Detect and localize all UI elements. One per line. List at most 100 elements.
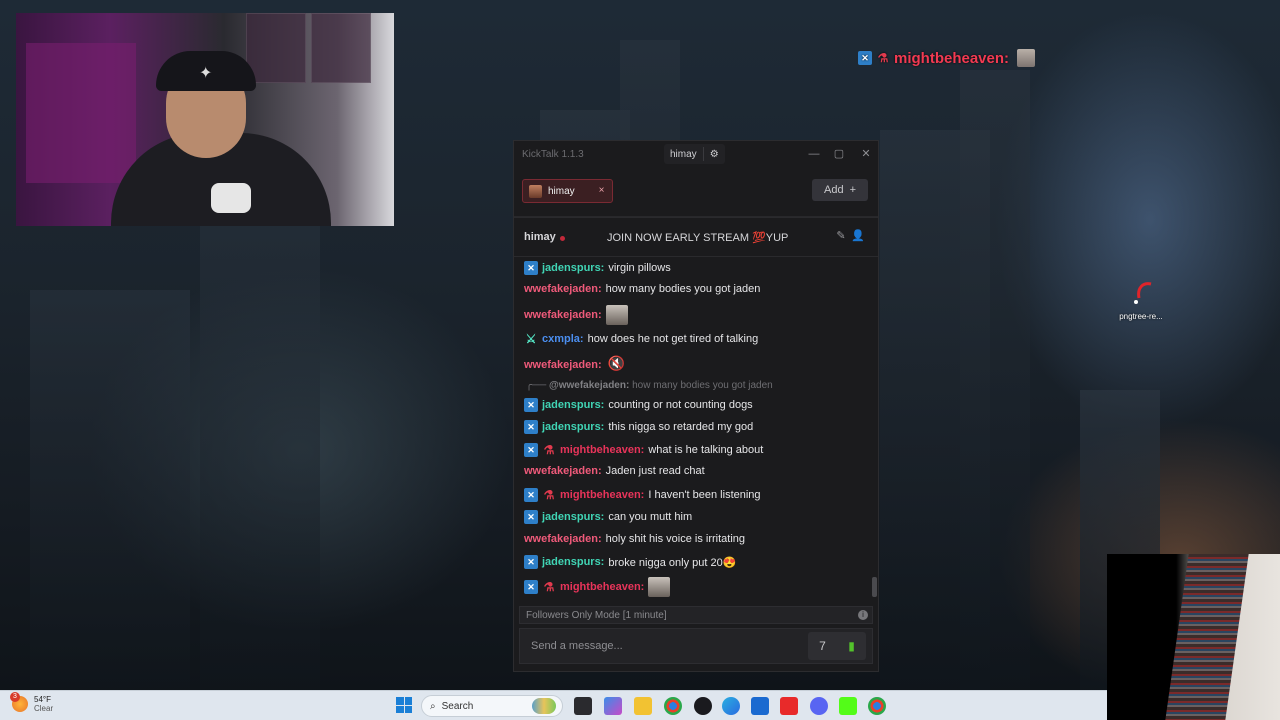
live-indicator: [560, 236, 565, 241]
info-icon[interactable]: i: [858, 610, 868, 620]
chat-username[interactable]: wwefakejaden:: [524, 359, 602, 371]
file-explorer-icon[interactable]: [634, 697, 652, 715]
kicktalk-window: KickTalk 1.1.3 himay ⚙ — ▢ ✕ himay × Add…: [513, 140, 879, 672]
settings-gear-icon[interactable]: ⚙: [710, 149, 719, 160]
chat-mode-bar: Followers Only Mode [1 minute] i: [519, 606, 873, 624]
weather-temp: 54°F: [34, 695, 51, 704]
chat-message-text: virgin pillows: [608, 262, 671, 274]
chrome-profile-icon[interactable]: [868, 697, 886, 715]
close-window-button[interactable]: ✕: [857, 145, 875, 163]
weather-condition: Clear: [34, 704, 54, 713]
chat-username[interactable]: wwefakejaden:: [524, 283, 602, 295]
chat-message[interactable]: wwefakejaden: how many bodies you got jad…: [524, 283, 760, 295]
maximize-button[interactable]: ▢: [830, 145, 848, 163]
chat-message-text: broke nigga only put 20😍: [608, 556, 737, 569]
discord-icon[interactable]: [810, 697, 828, 715]
stream-chat-overlay: ✕ ⚗ mightbeheaven:: [858, 48, 1036, 68]
chat-mode-label: Followers Only Mode [1 minute]: [526, 609, 667, 621]
tab-himay[interactable]: himay ×: [522, 179, 613, 203]
chat-message-text: what is he talking about: [648, 444, 764, 456]
chat-message[interactable]: wwefakejaden: 🔇: [524, 355, 628, 375]
chat-username[interactable]: wwefakejaden:: [524, 533, 602, 545]
sword-badge-icon: ✕: [858, 51, 872, 65]
store-icon[interactable]: [751, 697, 769, 715]
edge-icon[interactable]: [722, 697, 740, 715]
chat-scrollbar[interactable]: [872, 577, 877, 597]
chat-username[interactable]: cxmpla:: [542, 333, 584, 345]
emote-image: [605, 305, 628, 325]
chat-message[interactable]: ✕ ⚗ mightbeheaven: I haven't been listening: [524, 488, 761, 502]
emote-image: [648, 577, 671, 597]
gift-badge-icon: ⚗: [543, 488, 555, 502]
chrome-icon[interactable]: [664, 697, 682, 715]
webcam-feed: ✦: [16, 13, 394, 226]
chat-message-text: how many bodies you got jaden: [605, 283, 761, 295]
chat-message[interactable]: ⚔ cxmpla: how does he not get tired of tal…: [524, 332, 759, 346]
mute-emote-icon: 🔇: [607, 355, 626, 371]
seventv-emote-icon[interactable]: 7: [819, 639, 826, 653]
add-channel-button[interactable]: Add +: [812, 179, 868, 201]
kick-icon[interactable]: [839, 697, 857, 715]
reply-arrow-icon: ╭──: [526, 380, 549, 391]
chat-username[interactable]: jadenspurs:: [542, 556, 604, 568]
chat-username[interactable]: mightbeheaven:: [560, 444, 644, 456]
reply-mention: @wwefakejaden:: [548, 380, 630, 391]
weather-widget[interactable]: 3 54°F Clear: [10, 692, 54, 713]
reply-context[interactable]: ╭── @wwefakejaden: how many bodies you g…: [526, 380, 773, 391]
channel-name[interactable]: himay: [524, 231, 556, 243]
chat-username[interactable]: wwefakejaden:: [524, 465, 602, 477]
chat-username[interactable]: jadenspurs:: [542, 421, 604, 433]
message-input-row: 7 ▮: [519, 628, 873, 664]
taskbar-search[interactable]: ⌕ Search: [421, 695, 563, 717]
obs-icon[interactable]: [694, 697, 712, 715]
minimize-button[interactable]: —: [805, 145, 823, 163]
gift-badge-icon: ⚗: [543, 443, 555, 457]
chat-username[interactable]: mightbeheaven:: [560, 489, 644, 501]
chat-message-text: can you mutt him: [608, 511, 693, 523]
chat-header: himay JOIN NOW EARLY STREAM 💯YUP ✎ 👤: [514, 217, 878, 257]
desktop-file-icon[interactable]: pngtree-re...: [1114, 276, 1168, 321]
current-user-label: himay: [670, 148, 697, 160]
divider: [702, 147, 704, 161]
chat-username[interactable]: jadenspurs:: [542, 262, 604, 274]
chat-message-list[interactable]: ✕ jadenspurs: virgin pillows wwefakejaden: h…: [514, 258, 878, 602]
close-tab-icon[interactable]: ×: [595, 184, 608, 198]
desktop-file-label: pngtree-re...: [1119, 312, 1163, 321]
pin-icon[interactable]: ✎: [834, 229, 848, 243]
youtube-icon[interactable]: [780, 697, 798, 715]
secondary-camera-feed: [1107, 554, 1280, 720]
start-button[interactable]: [396, 697, 412, 713]
chat-username[interactable]: mightbeheaven:: [560, 581, 644, 593]
sword-badge-icon: ✕: [524, 510, 538, 524]
app-title: KickTalk 1.1.3: [522, 149, 584, 160]
chat-username[interactable]: jadenspurs:: [542, 511, 604, 523]
chat-message[interactable]: ✕ jadenspurs: broke nigga only put 20😍: [524, 555, 736, 569]
chat-message[interactable]: wwefakejaden: holy shit his voice is irri…: [524, 533, 745, 545]
chat-message-text: I haven't been listening: [648, 489, 761, 501]
gift-badge-icon: ⚗: [877, 51, 889, 65]
channel-avatar: [529, 184, 542, 198]
user-icon[interactable]: 👤: [851, 229, 865, 243]
message-input[interactable]: [520, 629, 800, 663]
account-chip[interactable]: himay ⚙: [664, 144, 725, 164]
copilot-icon[interactable]: [604, 697, 622, 715]
emote-image: [1017, 49, 1036, 67]
chat-message[interactable]: ✕ jadenspurs: can you mutt him: [524, 510, 692, 524]
chat-username[interactable]: wwefakejaden:: [524, 309, 602, 321]
add-label: Add: [823, 184, 844, 196]
chat-message[interactable]: ✕ jadenspurs: this nigga so retarded my go…: [524, 420, 753, 434]
chat-message[interactable]: ✕ ⚗ mightbeheaven:: [524, 577, 671, 597]
chat-message[interactable]: ✕ ⚗ mightbeheaven: what is he talking about: [524, 443, 763, 457]
chat-username[interactable]: jadenspurs:: [542, 399, 604, 411]
chat-message-text: how does he not get tired of talking: [587, 333, 759, 345]
kick-emote-icon[interactable]: ▮: [848, 639, 855, 653]
sword-badge-icon: ✕: [524, 443, 538, 457]
chat-message-text: holy shit his voice is irritating: [605, 533, 746, 545]
chat-message[interactable]: ✕ jadenspurs: counting or not counting dog…: [524, 398, 753, 412]
chat-message[interactable]: wwefakejaden: Jaden just read chat: [524, 465, 705, 477]
chat-message[interactable]: ✕ jadenspurs: virgin pillows: [524, 261, 671, 275]
sword-badge-icon: ✕: [524, 420, 538, 434]
task-view-icon[interactable]: [574, 697, 592, 715]
chat-message[interactable]: wwefakejaden:: [524, 305, 628, 325]
search-highlight-icon: [532, 698, 556, 714]
